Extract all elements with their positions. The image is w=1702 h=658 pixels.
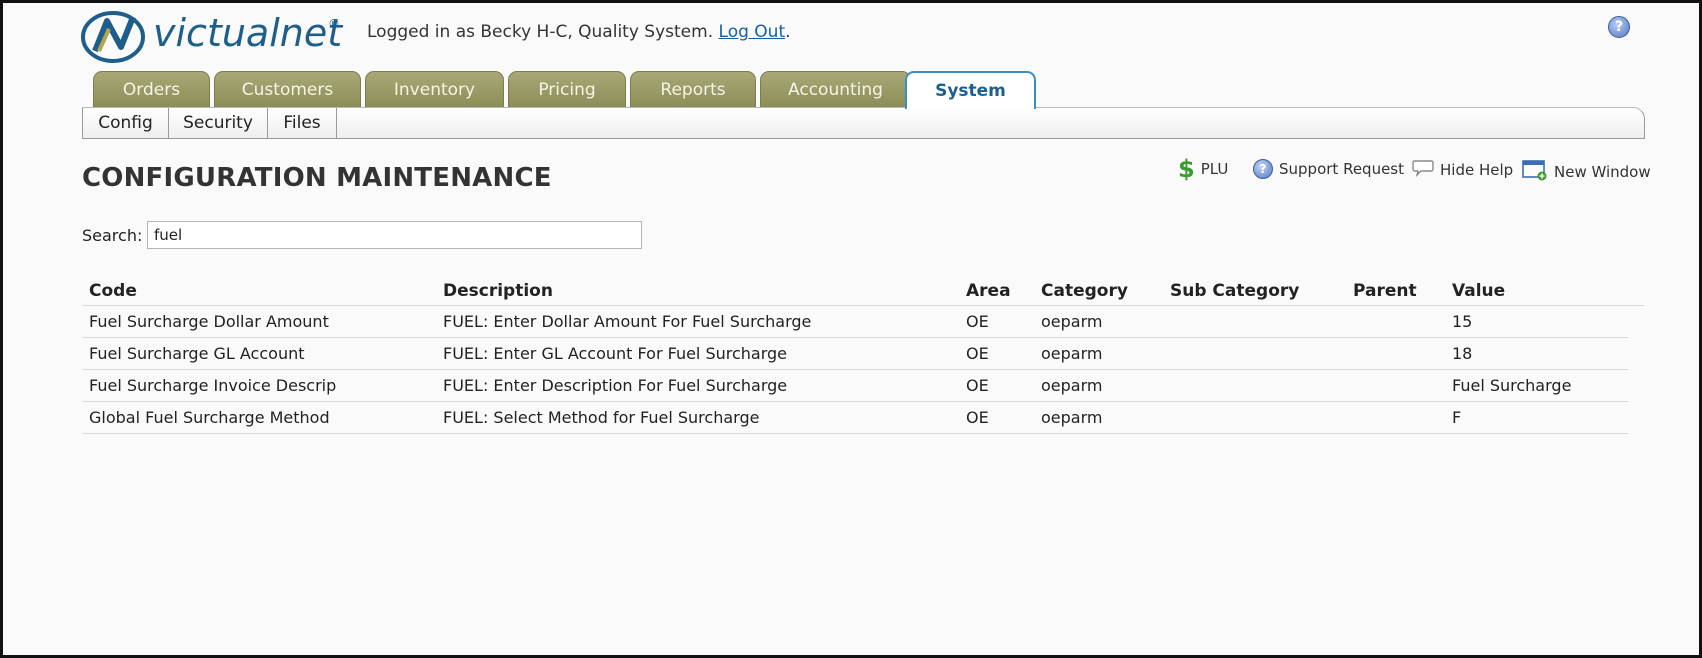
cell-category: oeparm bbox=[1041, 376, 1103, 395]
column-header-area[interactable]: Area bbox=[966, 281, 1011, 301]
help-icon[interactable]: ? bbox=[1608, 16, 1630, 38]
cell-description: FUEL: Select Method for Fuel Surcharge bbox=[443, 408, 760, 427]
new-window-icon bbox=[1522, 159, 1548, 185]
table-row[interactable]: Fuel Surcharge GL Account FUEL: Enter GL… bbox=[82, 338, 1628, 370]
sub-navigation: Config Security Files bbox=[82, 107, 1645, 139]
logo-mark-icon bbox=[81, 11, 145, 63]
tab-reports[interactable]: Reports bbox=[630, 71, 756, 108]
logo-text: victualnet bbox=[153, 11, 343, 55]
search-label: Search: bbox=[82, 226, 143, 245]
subnav-config[interactable]: Config bbox=[83, 108, 169, 138]
column-header-value[interactable]: Value bbox=[1452, 281, 1505, 301]
victualnet-logo[interactable]: victualnet ® bbox=[81, 7, 346, 63]
tab-system[interactable]: System bbox=[905, 71, 1036, 109]
app-window: victualnet ® Logged in as Becky H-C, Qua… bbox=[0, 0, 1702, 658]
support-request-button[interactable]: ? Support Request bbox=[1253, 159, 1404, 179]
tab-accounting[interactable]: Accounting bbox=[760, 71, 911, 108]
hide-help-label: Hide Help bbox=[1440, 161, 1514, 179]
column-header-sub-category[interactable]: Sub Category bbox=[1170, 281, 1299, 301]
login-status-text: Logged in as Becky H-C, Quality System. bbox=[367, 22, 714, 42]
subnav-security[interactable]: Security bbox=[169, 108, 268, 138]
logout-link[interactable]: Log Out bbox=[719, 22, 786, 42]
cell-value: 18 bbox=[1452, 344, 1473, 363]
support-icon: ? bbox=[1253, 159, 1273, 179]
new-window-button[interactable]: New Window bbox=[1522, 159, 1651, 185]
cell-area: OE bbox=[966, 344, 989, 363]
cell-area: OE bbox=[966, 376, 989, 395]
tab-pricing[interactable]: Pricing bbox=[508, 71, 626, 108]
column-header-category[interactable]: Category bbox=[1041, 281, 1128, 301]
page-title: CONFIGURATION MAINTENANCE bbox=[82, 163, 552, 193]
new-window-label: New Window bbox=[1554, 163, 1651, 181]
cell-category: oeparm bbox=[1041, 408, 1103, 427]
column-header-description[interactable]: Description bbox=[443, 281, 553, 301]
cell-code: Global Fuel Surcharge Method bbox=[89, 408, 330, 427]
speech-bubble-icon bbox=[1412, 159, 1434, 181]
column-header-code[interactable]: Code bbox=[89, 281, 137, 301]
cell-code: Fuel Surcharge Dollar Amount bbox=[89, 312, 329, 331]
table-row[interactable]: Global Fuel Surcharge Method FUEL: Selec… bbox=[82, 402, 1628, 434]
dollar-icon: $ bbox=[1178, 155, 1195, 183]
support-request-label: Support Request bbox=[1279, 160, 1404, 178]
logo-registered-mark: ® bbox=[328, 17, 340, 31]
cell-category: oeparm bbox=[1041, 312, 1103, 331]
cell-description: FUEL: Enter GL Account For Fuel Surcharg… bbox=[443, 344, 788, 363]
logout-suffix: . bbox=[785, 22, 791, 42]
plu-label: PLU bbox=[1200, 160, 1229, 178]
column-header-parent[interactable]: Parent bbox=[1353, 281, 1417, 301]
plu-button[interactable]: $ PLU bbox=[1178, 155, 1229, 183]
tab-customers[interactable]: Customers bbox=[214, 71, 361, 108]
cell-area: OE bbox=[966, 312, 989, 331]
table-row[interactable]: Fuel Surcharge Invoice Descrip FUEL: Ent… bbox=[82, 370, 1628, 402]
cell-area: OE bbox=[966, 408, 989, 427]
search-input[interactable] bbox=[147, 221, 642, 249]
cell-value: F bbox=[1452, 408, 1462, 427]
subnav-files[interactable]: Files bbox=[268, 108, 337, 138]
tab-inventory[interactable]: Inventory bbox=[365, 71, 504, 108]
cell-code: Fuel Surcharge Invoice Descrip bbox=[89, 376, 337, 395]
cell-description: FUEL: Enter Description For Fuel Surchar… bbox=[443, 376, 788, 395]
table-header: Code Description Area Category Sub Categ… bbox=[82, 279, 1644, 306]
cell-description: FUEL: Enter Dollar Amount For Fuel Surch… bbox=[443, 312, 812, 331]
cell-value: 15 bbox=[1452, 312, 1473, 331]
config-table: Code Description Area Category Sub Categ… bbox=[82, 279, 1644, 434]
cell-category: oeparm bbox=[1041, 344, 1103, 363]
login-info: Logged in as Becky H-C, Quality System. … bbox=[367, 22, 791, 42]
cell-code: Fuel Surcharge GL Account bbox=[89, 344, 305, 363]
hide-help-button[interactable]: Hide Help bbox=[1412, 159, 1513, 181]
table-row[interactable]: Fuel Surcharge Dollar Amount FUEL: Enter… bbox=[82, 306, 1628, 338]
cell-value: Fuel Surcharge bbox=[1452, 376, 1572, 395]
tab-orders[interactable]: Orders bbox=[93, 71, 210, 108]
